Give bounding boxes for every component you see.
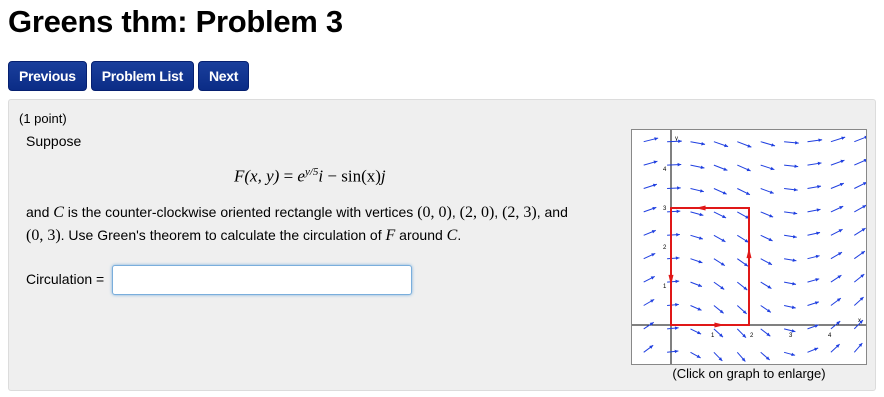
field-arrowhead [675,256,680,260]
x-tick-label: 1 [711,333,715,339]
problem-box: (1 point) Suppose F(x, y) = ey/5i − sin(… [8,99,876,391]
curve-rectangle [670,207,750,326]
field-arrowhead [795,141,799,145]
suppose-text: Suppose [26,133,82,149]
problem-statement-line1: and C is the counter-clockwise oriented … [26,204,568,222]
formula-e: e [297,166,305,186]
vertex-3: (2, 3) [502,204,537,221]
field-arrowhead [817,185,821,189]
field-arrowhead [791,305,796,309]
previous-button[interactable]: Previous [8,61,87,91]
text-and-end: , and [536,204,568,220]
x-tick-label: 3 [789,333,793,339]
formula-exponent: y/5 [304,166,319,178]
curve-c: C [53,204,64,221]
vertex-1: (0, 0) [417,204,452,221]
field-arrowhead [676,209,681,214]
problem-nav: Previous Problem List Next [8,61,250,91]
y-tick-label: 2 [663,245,667,251]
next-button[interactable]: Next [197,61,250,91]
vector-field-formula: F(x, y) = ey/5i − sin(x)j [234,166,386,187]
field-arrowhead [816,231,821,236]
field-arrowhead [724,143,729,148]
field-arrowhead [677,186,681,190]
sep-2: , [494,204,503,220]
x-tick-label: 2 [750,333,754,339]
text-use-greens: . Use Green's theorem to calculate the c… [60,227,386,243]
points-label: (1 point) [19,111,67,126]
sep-1: , [451,204,460,220]
circulation-label: Circulation = [26,271,105,287]
formula-minus: − sin(x) [323,166,381,186]
field-arrowhead [652,206,657,211]
field-arrowhead [816,208,821,212]
formula-lhs: F(x, y) [234,166,280,186]
field-f: F [385,227,396,244]
field-arrowhead [675,279,680,284]
problem-list-button[interactable]: Problem List [90,61,194,91]
field-arrowhead [698,259,703,264]
curve-direction-arrow [714,322,725,328]
vector-field-svg: 1 2 3 41234xy [632,130,869,364]
field-arrowhead [678,139,682,144]
text-rectangle-desc: is the counter-clockwise oriented rectan… [63,204,418,220]
curve-direction-arrow [746,247,752,259]
curve-direction-arrow [668,274,674,286]
field-arrowhead [814,301,819,305]
circulation-input[interactable] [112,265,412,295]
field-arrowhead [841,136,846,140]
field-arrowhead [701,142,706,146]
text-period: . [457,227,462,243]
field-arrowhead [770,166,775,171]
y-tick-label: 1 [663,284,667,290]
field-arrowhead [840,159,845,164]
curve-direction-arrow [695,205,706,211]
formula-equals: = [279,166,298,186]
vector-field-graph[interactable]: 12341234xy [631,129,869,365]
field-arrowhead [676,232,680,237]
y-tick-label: 4 [663,167,667,173]
x-tick-label: 4 [828,333,832,339]
field-arrowhead [675,303,679,307]
field-arrowhead [814,324,819,328]
problem-statement-line2: (0, 3). Use Green's theorem to calculate… [26,227,461,245]
formula-j: j [380,166,386,186]
y-tick-label: 3 [663,206,667,212]
field-arrowhead [677,162,682,167]
field-arrowhead [652,183,657,188]
curve-c-2: C [446,227,458,244]
page-title: Greens thm: Problem 3 [8,4,343,39]
field-arrow [854,135,869,143]
vertex-2: (2, 0) [459,204,495,221]
field-arrowhead [792,282,797,286]
text-around: around [395,227,447,243]
text-and: and [26,204,54,220]
graph-caption: (Click on graph to enlarge) [672,366,826,381]
field-arrowhead [700,165,705,170]
vertex-4: (0, 3) [26,227,61,244]
